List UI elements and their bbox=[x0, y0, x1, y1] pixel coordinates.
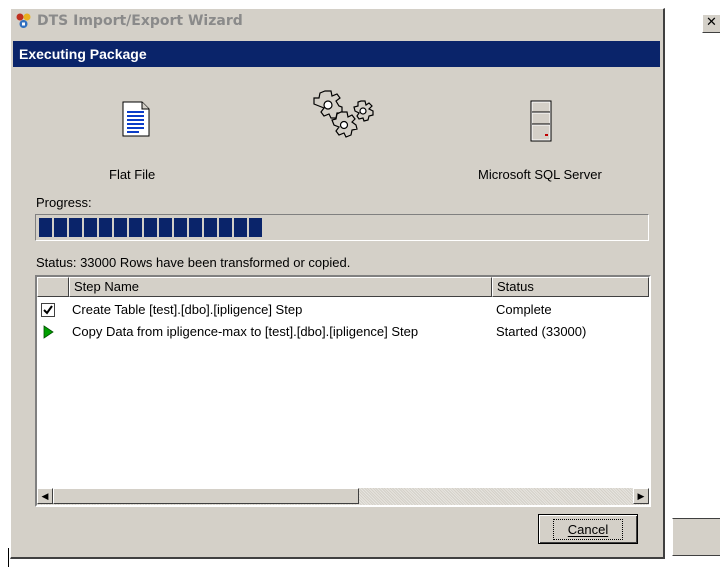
wizard-dialog: DTS Import/Export Wizard Executing Packa… bbox=[10, 8, 665, 559]
title-bar[interactable]: DTS Import/Export Wizard bbox=[11, 9, 663, 33]
table-row[interactable]: Create Table [test].[dbo].[ipligence] St… bbox=[37, 299, 649, 321]
dts-app-icon bbox=[16, 13, 31, 28]
column-header-step-name[interactable]: Step Name bbox=[69, 277, 492, 297]
progress-segment bbox=[39, 218, 52, 237]
progress-segment bbox=[159, 218, 172, 237]
progress-segment bbox=[144, 218, 157, 237]
steps-list[interactable]: Step Name Status Create Table [test].[db… bbox=[35, 275, 651, 507]
scroll-thumb[interactable] bbox=[53, 488, 359, 504]
scroll-right-button[interactable]: ▶ bbox=[633, 488, 649, 504]
destination-label: Microsoft SQL Server bbox=[478, 167, 602, 182]
progress-segment bbox=[129, 218, 142, 237]
cancel-button[interactable]: Cancel bbox=[538, 514, 638, 544]
list-header: Step Name Status bbox=[37, 277, 649, 297]
status-text: Status: 33000 Rows have been transformed… bbox=[36, 255, 351, 270]
step-status: Started (33000) bbox=[496, 324, 587, 339]
gears-icon bbox=[313, 90, 374, 138]
progress-segment bbox=[69, 218, 82, 237]
progress-segment bbox=[114, 218, 127, 237]
background-edge bbox=[8, 548, 9, 567]
source-label: Flat File bbox=[109, 167, 156, 182]
window-title: DTS Import/Export Wizard bbox=[37, 13, 243, 29]
progress-segment bbox=[219, 218, 232, 237]
cancel-button-label: Cancel bbox=[552, 518, 624, 540]
step-name: Copy Data from ipligence-max to [test].[… bbox=[72, 324, 419, 339]
background-close-button[interactable]: ✕ bbox=[702, 14, 720, 33]
progress-segment bbox=[204, 218, 217, 237]
column-header-status[interactable]: Status bbox=[492, 277, 649, 297]
progress-segment bbox=[174, 218, 187, 237]
horizontal-scrollbar[interactable]: ◀ ▶ bbox=[37, 488, 649, 505]
progress-label: Progress: bbox=[36, 195, 92, 210]
step-status: Complete bbox=[496, 302, 552, 317]
play-arrow-icon bbox=[43, 325, 54, 339]
progress-segment bbox=[189, 218, 202, 237]
column-header-icon[interactable] bbox=[37, 277, 69, 297]
progress-segment bbox=[99, 218, 112, 237]
page-title: Executing Package bbox=[13, 41, 660, 67]
step-name: Create Table [test].[dbo].[ipligence] St… bbox=[72, 302, 303, 317]
document-icon bbox=[122, 101, 150, 137]
progress-segment bbox=[54, 218, 67, 237]
background-partial-button[interactable] bbox=[672, 518, 720, 556]
progress-segment bbox=[234, 218, 247, 237]
progress-segment bbox=[249, 218, 262, 237]
progress-bar bbox=[35, 214, 649, 241]
checkbox-checked-icon bbox=[41, 303, 55, 317]
scroll-left-button[interactable]: ◀ bbox=[37, 488, 53, 504]
table-row[interactable]: Copy Data from ipligence-max to [test].[… bbox=[37, 321, 649, 343]
server-icon bbox=[530, 100, 552, 142]
progress-segment bbox=[84, 218, 97, 237]
